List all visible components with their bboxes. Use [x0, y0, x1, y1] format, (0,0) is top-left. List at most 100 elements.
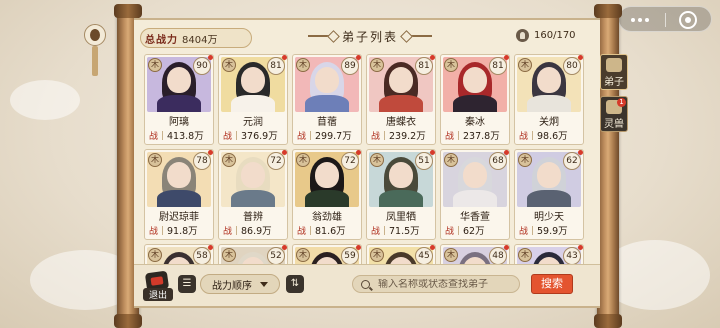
sort-dropdown[interactable]: 战力顺序: [200, 274, 280, 294]
power-label: 战: [519, 131, 529, 142]
disciple-name: 关炯: [539, 117, 559, 128]
chevron-down-icon: [260, 281, 268, 287]
portrait-face: [241, 162, 265, 188]
sect-emblem-icon: 木: [444, 248, 458, 262]
notification-dot: [430, 150, 435, 155]
disciple-card[interactable]: 木 72 普辨战 86.9万: [218, 149, 288, 240]
ribbon-decoration: [92, 46, 98, 76]
sect-emblem-icon: 木: [518, 153, 532, 167]
notification-dot: [356, 245, 361, 250]
disciple-name: 唐蝶衣: [386, 117, 416, 128]
power-value: 86.9万: [241, 226, 272, 237]
disciple-card[interactable]: 木58战: [144, 244, 214, 264]
title-ornament-right: [404, 35, 432, 37]
list-filter-button[interactable]: ☰: [178, 275, 196, 293]
disciple-icon: [606, 58, 622, 72]
disciple-name: 阿璃: [169, 117, 189, 128]
portrait-robe: [379, 190, 423, 207]
disciple-card[interactable]: 木45战: [366, 244, 436, 264]
portrait-face: [315, 162, 339, 188]
portrait-face: [463, 162, 487, 188]
search-button[interactable]: 搜索: [531, 274, 573, 294]
sect-emblem-icon: 木: [148, 58, 162, 72]
separator: [458, 225, 460, 235]
sect-emblem-icon: 木: [444, 58, 458, 72]
swap-arrows-icon: ⇅: [290, 278, 300, 289]
disciple-name: 秦冰: [465, 117, 485, 128]
disciple-power: 战 413.8万: [149, 128, 209, 142]
disciple-card[interactable]: 木48战: [440, 244, 510, 264]
sect-emblem-icon: 木: [148, 248, 162, 262]
sect-emblem-icon: 木: [370, 153, 384, 167]
disciple-name: 明少天: [534, 212, 564, 223]
total-power-label: 总战力: [145, 34, 178, 46]
separator: [384, 225, 386, 235]
separator: [532, 130, 534, 140]
notification-dot: [430, 55, 435, 60]
disciple-card[interactable]: 木 78 尉迟琼菲战 91.8万: [144, 149, 214, 240]
disciple-power: 战 59.9万: [519, 223, 579, 237]
portrait-robe: [453, 95, 497, 112]
disciple-card[interactable]: 木 62 明少天战 59.9万: [514, 149, 584, 240]
disciple-card[interactable]: 木 81 元润战 376.9万: [218, 54, 288, 145]
disciple-count-value: 160/170: [534, 30, 576, 41]
power-value: 237.8万: [463, 131, 500, 142]
notification-dot: [504, 150, 509, 155]
tab-label: 弟子: [604, 77, 624, 88]
notification-dot: [208, 245, 213, 250]
portrait-face: [315, 67, 339, 93]
disciple-power: 战 91.8万: [149, 223, 209, 237]
portrait-face: [389, 162, 413, 188]
search-input[interactable]: [378, 278, 508, 290]
disciple-power: 战 237.8万: [445, 128, 505, 142]
separator: [310, 225, 312, 235]
power-label: 战: [149, 131, 159, 142]
disciple-card[interactable]: 木43战: [514, 244, 584, 264]
scroll-ornament-icon: [84, 24, 106, 46]
capsule-divider: [665, 13, 666, 27]
disciple-name: 华香萱: [460, 212, 490, 223]
power-label: 战: [297, 131, 307, 142]
disciple-name: 元润: [243, 117, 263, 128]
miniprogram-capsule: [618, 6, 712, 32]
disciple-card[interactable]: 木 72 翁劲雄战 81.6万: [292, 149, 362, 240]
more-icon[interactable]: [631, 18, 649, 22]
portrait-robe: [305, 95, 349, 112]
disciple-card[interactable]: 木 51 凤里牺战 71.5万: [366, 149, 436, 240]
close-icon[interactable]: [679, 11, 697, 29]
separator: [310, 130, 312, 140]
exit-button[interactable]: 退出: [143, 270, 173, 301]
disciple-card[interactable]: 木 68 华香萱战 62万: [440, 149, 510, 240]
disciple-card[interactable]: 木 89 苜蓿战 299.7万: [292, 54, 362, 145]
power-value: 59.9万: [537, 226, 568, 237]
disciple-card[interactable]: 木 80 关炯战 98.6万: [514, 54, 584, 145]
tab-spirit-beasts[interactable]: 灵兽 1: [600, 96, 628, 132]
portrait-robe: [231, 95, 275, 112]
disciple-name: 尉迟琼菲: [159, 212, 199, 223]
portrait-robe: [527, 95, 571, 112]
portrait-robe: [157, 190, 201, 207]
power-value: 299.7万: [315, 131, 352, 142]
separator: [162, 225, 164, 235]
disciple-card[interactable]: 木 81 秦冰战 237.8万: [440, 54, 510, 145]
disciple-card[interactable]: 木 90 阿璃战 413.8万: [144, 54, 214, 145]
panel-title: 弟子列表: [341, 29, 398, 44]
separator: [236, 130, 238, 140]
separator: [384, 130, 386, 140]
sect-emblem-icon: 木: [296, 153, 310, 167]
disciple-card[interactable]: 木 81 唐蝶衣战 239.2万: [366, 54, 436, 145]
sect-emblem-icon: 木: [370, 58, 384, 72]
sort-order-toggle[interactable]: ⇅: [286, 275, 304, 293]
disciple-power: 战 81.6万: [297, 223, 357, 237]
power-value: 413.8万: [167, 131, 204, 142]
disciple-count: 160/170: [516, 29, 576, 42]
notification-dot: [504, 245, 509, 250]
sect-emblem-icon: 木: [222, 153, 236, 167]
disciple-card[interactable]: 木52战: [218, 244, 288, 264]
portrait-face: [463, 67, 487, 93]
separator: [162, 130, 164, 140]
sect-emblem-icon: 木: [370, 248, 384, 262]
tab-disciples[interactable]: 弟子: [600, 54, 628, 90]
disciple-card[interactable]: 木59战: [292, 244, 362, 264]
cloud-decoration: [10, 80, 80, 120]
